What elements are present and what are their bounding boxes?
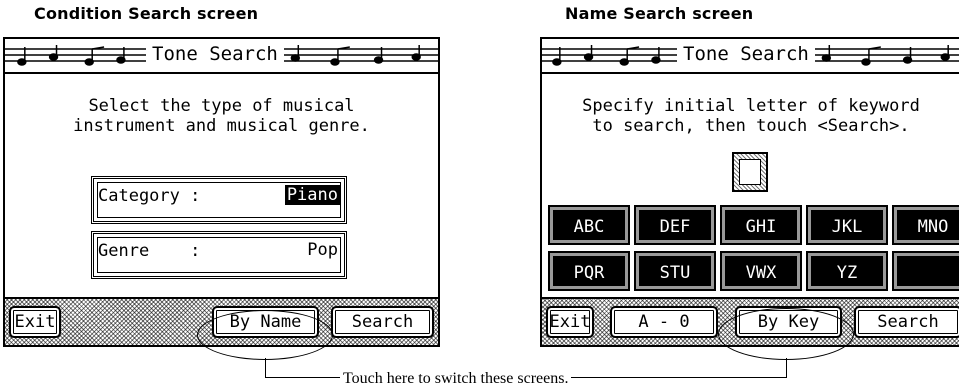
exit-button[interactable]: Exit [9,306,61,338]
category-field[interactable]: Category : Piano [91,176,347,224]
instruction-text: Select the type of musical instrument an… [73,96,370,136]
category-label: Category : [98,186,201,206]
name-search-screen: Tone Search Specify initial letter of ke… [540,37,959,347]
key-vwx-button[interactable]: VWX [720,251,802,291]
category-value: Piano [284,185,340,205]
key-abc-button[interactable]: ABC [548,205,630,245]
genre-field[interactable]: Genre : Pop [91,231,347,279]
key-def-button[interactable]: DEF [634,205,716,245]
genre-label: Genre : [98,241,201,261]
key-ghi-button[interactable]: GHI [720,205,802,245]
screen-title: Tone Search [146,43,284,65]
instruction-text: Specify initial letter of keyword to sea… [582,96,920,136]
key-mno-button[interactable]: MNO [892,205,959,245]
exit-button[interactable]: Exit [546,306,594,338]
title-bar: Tone Search [542,39,959,74]
key-yz-button[interactable]: YZ [806,251,888,291]
initial-letter-box [732,152,768,192]
screen-title: Tone Search [677,43,815,65]
name-search-caption: Name Search screen [565,4,754,23]
condition-search-screen: Tone Search Select the type of musical i… [3,37,440,347]
search-button[interactable]: Search [854,306,959,338]
title-bar: Tone Search [5,39,438,74]
search-button[interactable]: Search [331,306,434,338]
key-pqr-button[interactable]: PQR [548,251,630,291]
condition-search-caption: Condition Search screen [34,4,259,23]
range-button[interactable]: A - 0 [610,306,718,338]
callout-ellipse-by-name [197,310,333,360]
switch-screens-caption: Touch here to switch these screens. [340,370,572,388]
genre-value: Pop [307,240,338,260]
key-blank-button[interactable] [892,251,959,291]
callout-ellipse-by-key [718,308,854,360]
key-stu-button[interactable]: STU [634,251,716,291]
key-jkl-button[interactable]: JKL [806,205,888,245]
